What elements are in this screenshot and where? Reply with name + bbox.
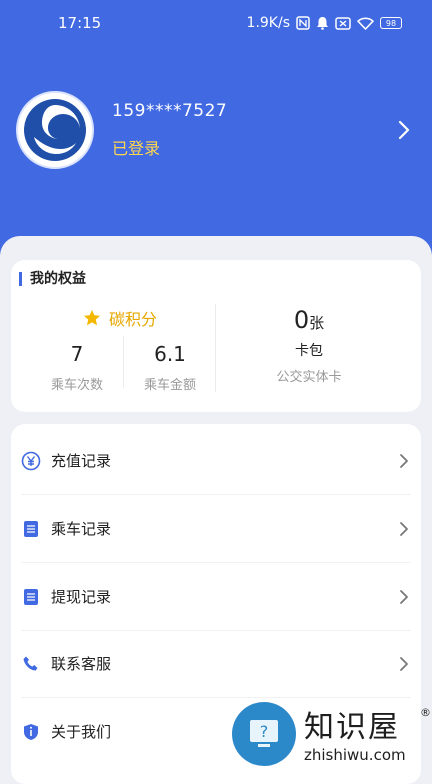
chevron-right-icon <box>399 656 409 672</box>
status-icons: 1.9K/s 98 <box>247 15 402 31</box>
card-bag-sub: 公交实体卡 <box>276 370 342 385</box>
phone-number: 159****7527 <box>112 101 228 121</box>
sim-off-icon <box>335 16 351 30</box>
divider <box>215 304 216 392</box>
rides-count-label: 乘车次数 <box>50 378 103 393</box>
ride-amount-value: 6.1 <box>154 342 186 366</box>
net-speed: 1.9K/s <box>246 15 290 31</box>
menu-item-contact-service[interactable]: 联系客服 <box>11 630 421 697</box>
card-unit: 张 <box>309 314 325 332</box>
carbon-points-label: 碳积分 <box>109 310 158 329</box>
status-bar: 17:15 1.9K/s 98 <box>0 0 432 46</box>
profile-info: 159****7527 已登录 <box>112 101 392 159</box>
ride-amount-label: 乘车金额 <box>143 378 196 393</box>
chevron-right-icon <box>399 453 409 469</box>
watermark-title: 知识屋 <box>304 710 400 745</box>
menu-item-label: 充值记录 <box>51 452 112 470</box>
ride-amount-stat[interactable]: 6.1 乘车金额 <box>124 342 216 393</box>
watermark-sub: zhishiwu.com <box>304 746 406 764</box>
rides-count-value: 7 <box>70 342 84 366</box>
yen-circle-icon <box>21 451 41 471</box>
menu-item-label: 联系客服 <box>51 655 112 673</box>
card-bag-label: 卡包 <box>295 343 323 359</box>
wifi-icon <box>357 17 374 30</box>
profile-row[interactable]: 159****7527 已登录 <box>16 90 416 170</box>
rights-card: 我的权益 碳积分 7 乘车次数 6.1 乘车金额 0张 卡包 公交实体卡 <box>11 260 421 412</box>
shield-info-icon <box>21 722 41 742</box>
menu-item-label: 提现记录 <box>51 588 112 606</box>
content-area: 我的权益 碳积分 7 乘车次数 6.1 乘车金额 0张 卡包 公交实体卡 充值记… <box>0 236 432 784</box>
list-icon <box>21 587 41 607</box>
notification-icon <box>316 16 329 30</box>
chevron-right-icon <box>399 589 409 605</box>
card-count: 0 <box>293 306 310 334</box>
watermark-logo-icon: ? <box>232 702 296 766</box>
avatar[interactable] <box>16 91 94 169</box>
watermark-reg: ® <box>420 706 431 719</box>
star-icon <box>83 309 101 327</box>
app-logo-icon <box>24 99 86 161</box>
header-area: 17:15 1.9K/s 98 159****7527 已登录 <box>0 0 432 260</box>
list-icon <box>21 519 41 539</box>
chevron-right-icon[interactable] <box>392 118 416 142</box>
menu-item-withdraw-records[interactable]: 提现记录 <box>11 563 421 630</box>
menu-item-label: 乘车记录 <box>51 520 112 538</box>
rights-title: 我的权益 <box>19 272 86 286</box>
card-bag-stat[interactable]: 0张 卡包 公交实体卡 <box>229 306 389 385</box>
menu-item-ride-records[interactable]: 乘车记录 <box>11 495 421 562</box>
watermark: ? 知识屋 ® zhishiwu.com <box>232 702 432 768</box>
login-status: 已登录 <box>112 139 161 158</box>
status-time: 17:15 <box>58 14 102 32</box>
nfc-icon <box>296 16 310 30</box>
rides-count-stat[interactable]: 7 乘车次数 <box>31 342 123 393</box>
phone-icon <box>21 654 41 674</box>
menu-item-recharge-records[interactable]: 充值记录 <box>11 427 421 494</box>
carbon-points-header[interactable]: 碳积分 <box>83 306 157 330</box>
battery-icon: 98 <box>380 17 402 29</box>
chevron-right-icon <box>399 521 409 537</box>
svg-text:?: ? <box>260 722 269 741</box>
